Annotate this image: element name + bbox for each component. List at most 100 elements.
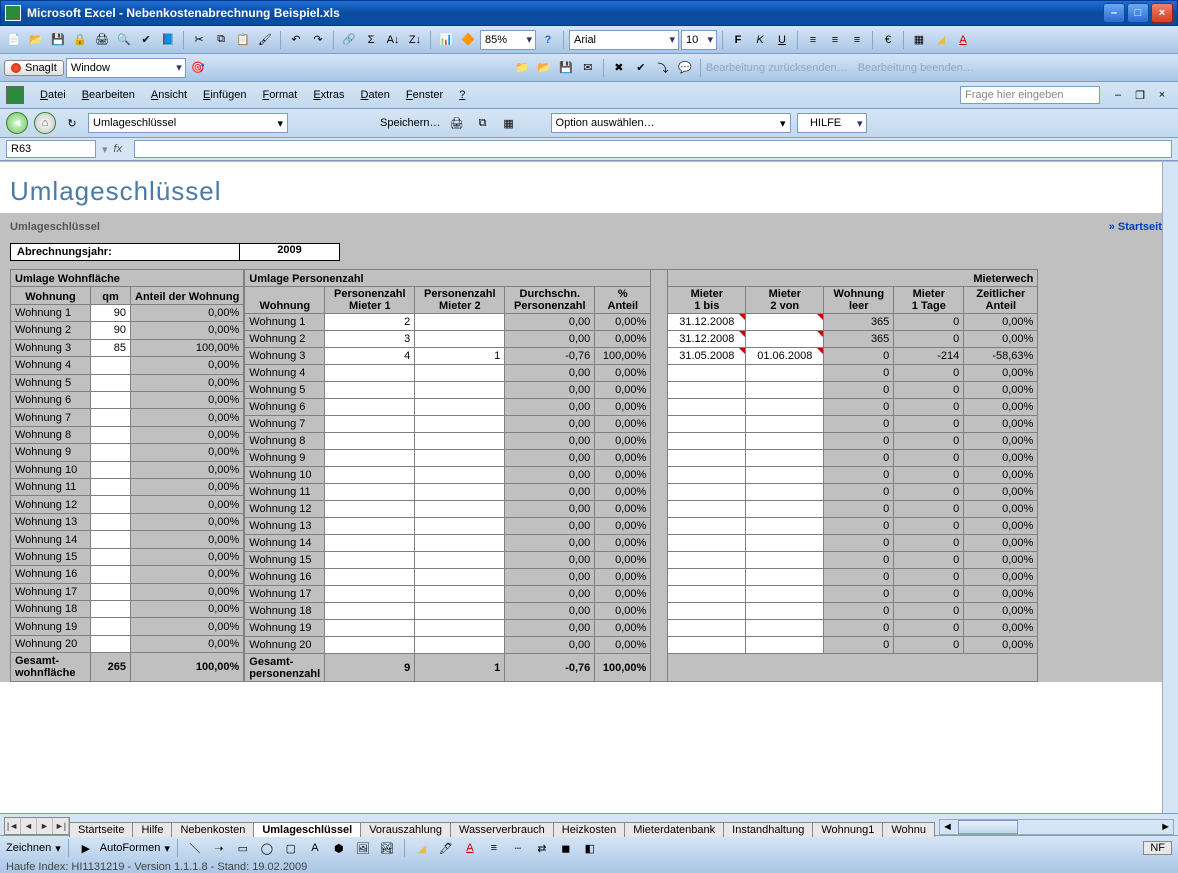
wordart-icon[interactable]: A (305, 838, 325, 858)
menu-einfügen[interactable]: Einfügen (195, 87, 254, 103)
paste-icon[interactable]: 📋 (233, 30, 253, 50)
draw-menu[interactable]: Zeichnen (6, 842, 51, 854)
menu-fenster[interactable]: Fenster (398, 87, 451, 103)
tab-prev-icon[interactable]: ◄ (21, 818, 37, 834)
3d-icon[interactable]: ◧ (580, 838, 600, 858)
tab-nav-buttons[interactable]: |◄ ◄ ► ►| (4, 817, 70, 835)
picture-icon[interactable]: 🏞 (377, 838, 397, 858)
worksheet-area[interactable]: Umlageschlüssel Umlageschlüssel » Starts… (0, 161, 1178, 813)
line-color-icon[interactable]: 🖊 (436, 838, 456, 858)
align-right-icon[interactable]: ≡ (847, 30, 867, 50)
workbook-icon[interactable] (6, 86, 24, 104)
horizontal-scrollbar[interactable]: ◄ ► (939, 819, 1174, 835)
underline-icon[interactable]: U (772, 30, 792, 50)
vertical-scrollbar[interactable] (1162, 162, 1178, 813)
save-icon[interactable]: 💾 (48, 30, 68, 50)
sort-asc-icon[interactable]: A↓ (383, 30, 403, 50)
nav-print-icon[interactable]: 🖨 (447, 113, 467, 133)
preview-icon[interactable]: 🔍 (114, 30, 134, 50)
sheet-tab-heizkosten[interactable]: Heizkosten (553, 822, 625, 837)
new-icon[interactable]: 📄 (4, 30, 24, 50)
cut-icon[interactable]: ✂ (189, 30, 209, 50)
doc-minimize-icon[interactable]: – (1108, 85, 1128, 105)
menu-?[interactable]: ? (451, 87, 473, 103)
snagit-button[interactable]: SnagIt (4, 60, 64, 76)
envelope-icon[interactable]: ✉ (578, 58, 598, 78)
undo-icon[interactable]: ↶ (286, 30, 306, 50)
textbox-icon[interactable]: ▢ (281, 838, 301, 858)
help-icon[interactable]: ? (538, 30, 558, 50)
nav-back-button[interactable]: ◄ (6, 112, 28, 134)
ask-question-box[interactable]: Frage hier eingeben (960, 86, 1100, 104)
italic-icon[interactable]: K (750, 30, 770, 50)
menu-extras[interactable]: Extras (305, 87, 352, 103)
table-wohnflaeche[interactable]: Umlage WohnflächeWohnungqmAnteil der Woh… (10, 269, 244, 682)
review-accept-icon[interactable]: ✔ (631, 58, 651, 78)
dash-icon[interactable]: ┄ (508, 838, 528, 858)
nav-copy-icon[interactable]: ⧉ (473, 113, 493, 133)
sheet-tab-umlageschlüssel[interactable]: Umlageschlüssel (253, 822, 361, 837)
folder-open-icon[interactable]: 📂 (534, 58, 554, 78)
font-color2-icon[interactable]: A (460, 838, 480, 858)
font-size-combo[interactable]: 10 (681, 30, 717, 50)
borders-icon[interactable]: ▦ (909, 30, 929, 50)
diagram-icon[interactable]: ⬢ (329, 838, 349, 858)
tab-next-icon[interactable]: ► (37, 818, 53, 834)
sheet-tab-hilfe[interactable]: Hilfe (132, 822, 172, 837)
rect-icon[interactable]: ▭ (233, 838, 253, 858)
doc-restore-icon[interactable]: ❐ (1130, 85, 1150, 105)
menu-bearbeiten[interactable]: Bearbeiten (74, 87, 143, 103)
align-center-icon[interactable]: ≡ (825, 30, 845, 50)
bold-icon[interactable]: F (728, 30, 748, 50)
formula-input[interactable] (134, 140, 1172, 158)
zoom-combo[interactable]: 85% (480, 30, 536, 50)
menu-format[interactable]: Format (254, 87, 305, 103)
nav-refresh-icon[interactable]: ↻ (62, 113, 82, 133)
clipart-icon[interactable]: 🖼 (353, 838, 373, 858)
minimize-button[interactable]: – (1103, 3, 1125, 23)
sheet-tab-nebenkosten[interactable]: Nebenkosten (171, 822, 254, 837)
sheet-tab-wohnu[interactable]: Wohnu (882, 822, 935, 837)
chart-icon[interactable]: 📊 (436, 30, 456, 50)
doc-close-icon[interactable]: × (1152, 85, 1172, 105)
help-button[interactable]: HILFE (797, 113, 867, 133)
folder-new-icon[interactable]: 📁 (512, 58, 532, 78)
sort-desc-icon[interactable]: Z↓ (405, 30, 425, 50)
sheet-tab-startseite[interactable]: Startseite (69, 822, 133, 837)
menu-datei[interactable]: Datei (32, 87, 74, 103)
folder-save-icon[interactable]: 💾 (556, 58, 576, 78)
arrow-style-icon[interactable]: ⇄ (532, 838, 552, 858)
review-next-icon[interactable]: ⤵ (653, 58, 673, 78)
currency-icon[interactable]: € (878, 30, 898, 50)
fill-color-icon[interactable]: ◢ (931, 30, 951, 50)
save-link[interactable]: Speichern… (380, 117, 441, 129)
sheet-tab-mieterdatenbank[interactable]: Mieterdatenbank (624, 822, 724, 837)
align-left-icon[interactable]: ≡ (803, 30, 823, 50)
copy-icon[interactable]: ⧉ (211, 30, 231, 50)
nav-home-button[interactable]: ⌂ (34, 112, 56, 134)
line-icon[interactable]: ＼ (185, 838, 205, 858)
tab-first-icon[interactable]: |◄ (5, 818, 21, 834)
fill-bucket-icon[interactable]: ◢ (412, 838, 432, 858)
shadow-icon[interactable]: ◼ (556, 838, 576, 858)
line-weight-icon[interactable]: ≡ (484, 838, 504, 858)
permissions-icon[interactable]: 🔒 (70, 30, 90, 50)
font-name-combo[interactable]: Arial (569, 30, 679, 50)
open-icon[interactable]: 📂 (26, 30, 46, 50)
select-arrow-icon[interactable]: ▶ (76, 838, 96, 858)
sheet-tab-wasserverbrauch[interactable]: Wasserverbrauch (450, 822, 554, 837)
format-painter-icon[interactable]: 🖌 (255, 30, 275, 50)
redo-icon[interactable]: ↷ (308, 30, 328, 50)
review-comment-icon[interactable]: 💬 (675, 58, 695, 78)
snagit-scope-combo[interactable]: Window (66, 58, 186, 78)
hyperlink-icon[interactable]: 🔗 (339, 30, 359, 50)
return-edit-label[interactable]: Bearbeitung zurücksenden… (706, 62, 848, 74)
fx-label[interactable]: fx (114, 143, 123, 155)
table-personenzahl[interactable]: Umlage PersonenzahlWohnungPersonenzahlMi… (244, 269, 651, 682)
sheet-tab-wohnung1[interactable]: Wohnung1 (812, 822, 883, 837)
close-button[interactable]: × (1151, 3, 1173, 23)
arrow-icon[interactable]: ➝ (209, 838, 229, 858)
oval-icon[interactable]: ◯ (257, 838, 277, 858)
name-box[interactable]: R63 (6, 140, 96, 158)
autosum-icon[interactable]: Σ (361, 30, 381, 50)
